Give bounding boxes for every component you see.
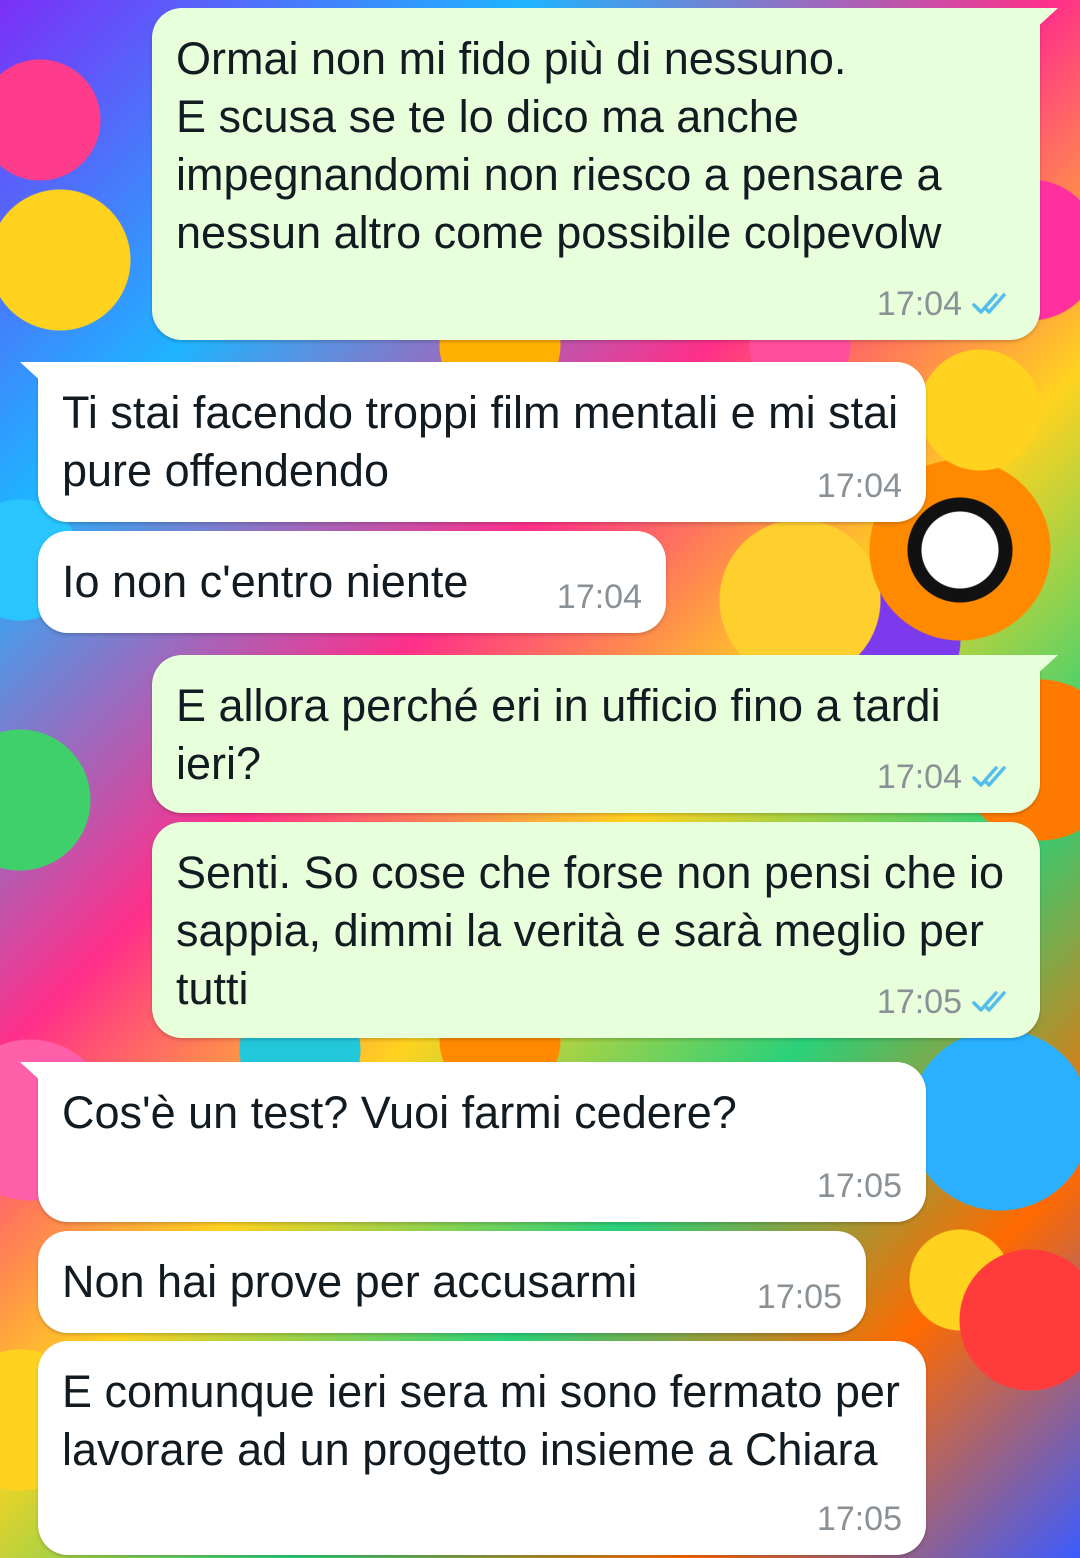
message-bubble-incoming[interactable]: Non hai prove per accusarmi 17:05 [38,1231,866,1333]
message-bubble-outgoing[interactable]: E allora perché eri in ufficio fino a ta… [152,655,1058,813]
message-meta: 17:05 [817,1166,902,1206]
double-check-read-icon [972,991,1006,1012]
message-meta: 17:05 [817,1499,902,1539]
message-meta: 17:04 [877,284,1016,324]
message-meta: 17:05 [757,1277,842,1317]
message-bubble-outgoing[interactable]: Senti. So cose che forse non pensi che i… [152,822,1040,1038]
message-time: 17:04 [816,467,902,505]
message-meta: 17:05 [877,982,1016,1022]
message-time: 17:04 [876,758,962,796]
double-check-read-icon [972,293,1006,314]
message-time: 17:04 [556,578,642,616]
message-text: Io non c'entro niente [62,556,469,607]
message-text: Cos'è un test? Vuoi farmi cedere? [62,1087,737,1138]
message-time: 17:04 [876,285,962,323]
message-text: Non hai prove per accusarmi [62,1256,638,1307]
message-meta: 17:04 [817,466,902,506]
double-check-read-icon [972,766,1006,787]
message-time: 17:05 [816,1500,902,1538]
message-time: 17:05 [876,983,962,1021]
message-meta: 17:04 [877,757,1016,797]
message-bubble-incoming[interactable]: Ti stai facendo troppi film mentali e mi… [20,362,926,522]
message-bubble-outgoing[interactable]: Ormai non mi fido più di nessuno. E scus… [152,8,1058,340]
message-time: 17:05 [816,1167,902,1205]
message-bubble-incoming[interactable]: Io non c'entro niente 17:04 [38,531,666,633]
message-text: Ti stai facendo troppi film mentali e mi… [62,387,911,496]
message-text: E comunque ieri sera mi sono fermato per… [62,1366,913,1475]
message-meta: 17:04 [557,577,642,617]
message-bubble-incoming[interactable]: E comunque ieri sera mi sono fermato per… [38,1341,926,1555]
message-text: Ormai non mi fido più di nessuno. E scus… [176,33,942,258]
message-bubble-incoming[interactable]: Cos'è un test? Vuoi farmi cedere? 17:05 [20,1062,926,1222]
message-time: 17:05 [756,1278,842,1316]
